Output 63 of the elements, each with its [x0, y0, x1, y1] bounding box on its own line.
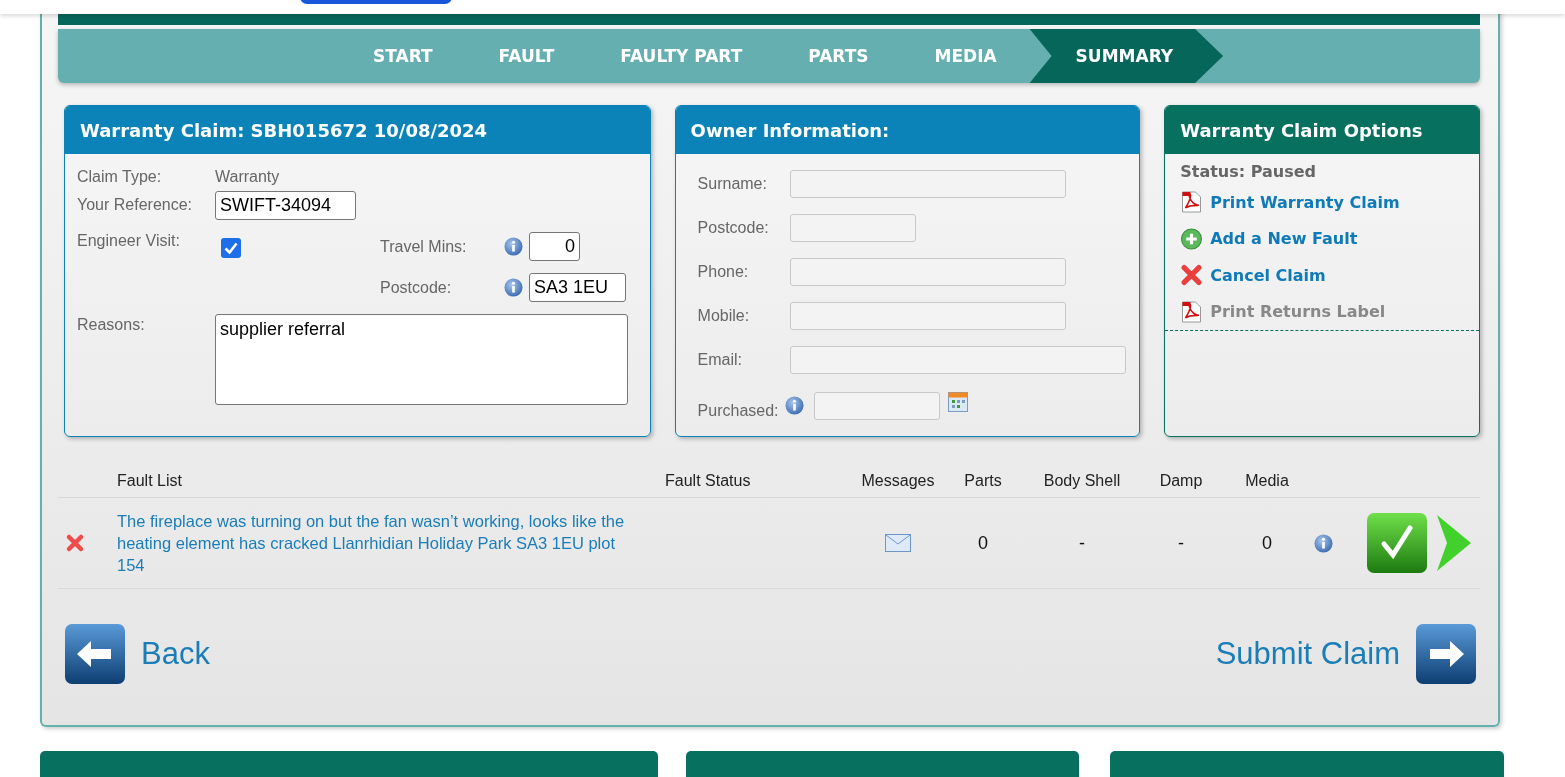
table-cell-text: 0 [1261, 532, 1273, 554]
field-label: Travel Mins: [380, 237, 468, 256]
input-field[interactable] [789, 213, 916, 242]
back-link[interactable]: Back [141, 636, 210, 672]
column-header: Damp [1158, 472, 1204, 490]
plus-icon [1181, 227, 1203, 250]
pdf-icon [1181, 191, 1203, 214]
reference-field[interactable]: SWIFT-34094 [215, 190, 356, 220]
card-title: Owner Information: [675, 106, 1140, 154]
cross-icon [1181, 264, 1203, 287]
step-tab[interactable]: MEDIA [901, 29, 1030, 83]
field-label: Purchased: [697, 400, 779, 420]
column-header: Fault List [117, 472, 183, 490]
column-header: Messages [860, 472, 936, 490]
input-field[interactable] [789, 169, 1066, 198]
column-header: Fault Status [665, 472, 752, 490]
field-label: Reasons: [77, 315, 146, 335]
postcode-field[interactable]: SA3 1EU [529, 273, 626, 302]
action-link[interactable]: Print Warranty Claim [1210, 192, 1400, 212]
info-icon[interactable] [504, 237, 523, 256]
table-cell-text: 0 [977, 532, 989, 554]
field-label: Phone: [697, 262, 750, 281]
pdf-icon [1181, 300, 1203, 323]
check-button[interactable] [1367, 513, 1427, 573]
claim-status: Status: Paused [1179, 162, 1318, 183]
field-label: Mobile: [697, 306, 751, 325]
action-link[interactable]: Add a New Fault [1210, 229, 1358, 249]
field-label: Email: [697, 350, 744, 369]
step-tab[interactable]: FAULTY PART [587, 29, 776, 83]
step-tab[interactable]: SUMMARY [1029, 29, 1224, 83]
step-tab[interactable]: PARTS [775, 29, 902, 83]
table-cell-text: - [1078, 532, 1086, 554]
travel-mins-field[interactable]: 0 [529, 232, 580, 261]
info-icon[interactable] [784, 396, 804, 415]
field-label: Engineer Visit: [77, 232, 181, 251]
input-field[interactable] [789, 301, 1066, 330]
column-header: Parts [963, 472, 1003, 490]
column-header: Body Shell [1042, 472, 1122, 490]
envelope-icon[interactable] [885, 534, 911, 552]
field-label: Postcode: [697, 218, 770, 237]
card-title: Warranty Claim Options [1165, 106, 1479, 154]
column-header: Media [1244, 472, 1290, 490]
info-icon[interactable] [1314, 533, 1333, 553]
calendar-icon[interactable] [947, 391, 968, 412]
table-cell-text: - [1177, 532, 1185, 554]
step-tab[interactable]: FAULT [465, 29, 588, 83]
input-field[interactable] [789, 257, 1066, 286]
field-label: Postcode: [380, 278, 453, 297]
field-label: Your Reference: [77, 196, 194, 214]
info-icon[interactable] [504, 278, 523, 297]
step-tab[interactable]: START [340, 29, 466, 83]
input-field[interactable] [789, 345, 1126, 374]
delete-icon[interactable] [65, 533, 85, 553]
field-label: Surname: [697, 174, 768, 193]
engineer-visit-checkbox[interactable] [221, 238, 241, 258]
action-link[interactable]: Cancel Claim [1210, 265, 1326, 285]
card-title: Warranty Claim: SBH015672 10/08/2024 [65, 106, 650, 154]
submit-link[interactable]: Submit Claim [1215, 636, 1400, 672]
fault-link[interactable]: The fireplace was turning on but the fan wasn’t working, looks like the heating element has cracked Llanrhidian Holiday Park SA3 1EU plot 154 [117, 510, 665, 576]
field-label: Claim Type: [77, 168, 163, 186]
claim-type-value: Warranty [215, 168, 280, 186]
reasons-field[interactable]: supplier referral [215, 314, 628, 405]
date-field[interactable] [813, 391, 940, 420]
